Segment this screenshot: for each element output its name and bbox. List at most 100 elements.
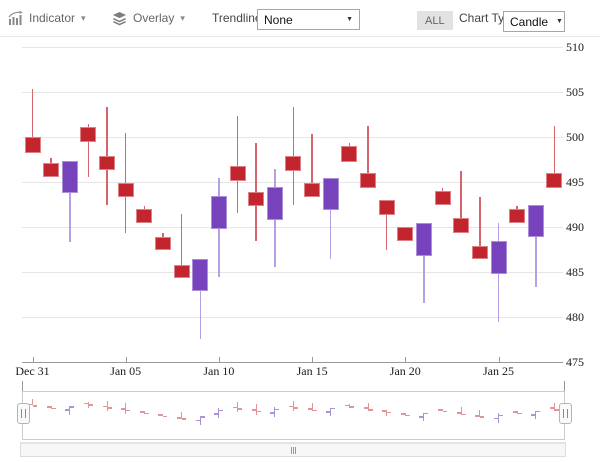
nav-close-tick	[238, 408, 243, 410]
scrollbar-grip-icon[interactable]	[293, 447, 294, 454]
candle-body-down	[80, 127, 96, 142]
navigator-right-edge-tick	[564, 381, 565, 391]
candle-body-down	[304, 183, 320, 197]
overlay-menu[interactable]: Overlay ▾	[112, 0, 185, 36]
candle-body-up	[491, 241, 507, 273]
gridline	[22, 47, 563, 48]
nav-close-tick	[126, 410, 131, 412]
bar-chart-trend-icon	[8, 11, 23, 26]
navigator-left-handle[interactable]	[17, 403, 30, 424]
gridline	[22, 92, 563, 93]
nav-close-tick	[107, 407, 112, 409]
candle-body-down	[435, 191, 451, 205]
candle-body-up	[211, 196, 227, 228]
nav-open-tick	[196, 420, 201, 422]
nav-close-tick	[443, 411, 448, 413]
gridline	[22, 227, 563, 228]
y-axis-label: 500	[566, 130, 584, 145]
nav-close-tick	[405, 415, 410, 417]
gridline	[22, 362, 563, 363]
all-range-button[interactable]: ALL	[417, 11, 453, 30]
candle-body-up	[323, 178, 339, 210]
trendline-selected-value: None	[264, 13, 293, 27]
x-axis-label: Jan 10	[193, 364, 245, 379]
select-arrow-icon: ▼	[346, 16, 353, 23]
nav-open-tick	[214, 413, 219, 415]
candle-body-down	[230, 166, 246, 181]
nav-close-tick	[256, 411, 261, 413]
navigator-right-handle[interactable]	[559, 403, 572, 424]
x-axis-label: Jan 05	[100, 364, 152, 379]
nav-open-tick	[494, 418, 499, 420]
x-axis-tick	[219, 357, 220, 362]
candle-body-down	[285, 156, 301, 171]
nav-close-tick	[144, 413, 149, 415]
candle-body-down	[99, 156, 115, 170]
nav-close-tick	[331, 408, 336, 410]
nav-open-tick	[326, 411, 331, 413]
nav-open-tick	[531, 414, 536, 416]
nav-close-tick	[387, 412, 392, 414]
candle-body-down	[360, 173, 376, 188]
nav-close-tick	[33, 405, 38, 407]
candle-body-down	[379, 200, 395, 215]
nav-close-tick	[219, 410, 224, 412]
nav-open-tick	[419, 416, 424, 418]
trendline-select[interactable]: None ▼	[257, 9, 360, 30]
nav-close-tick	[200, 416, 205, 418]
nav-close-tick	[480, 416, 485, 418]
candle-body-down	[472, 246, 488, 260]
nav-close-tick	[499, 415, 504, 417]
candle-body-up	[62, 161, 78, 193]
nav-close-tick	[517, 413, 522, 415]
gridline	[22, 272, 563, 273]
y-axis-label: 485	[566, 265, 584, 280]
nav-open-tick	[270, 412, 275, 414]
y-axis-label: 505	[566, 85, 584, 100]
nav-open-tick	[65, 409, 70, 411]
y-axis-label: 510	[566, 40, 584, 55]
x-axis-tick	[33, 357, 34, 362]
y-axis-label: 480	[566, 310, 584, 325]
nav-close-tick	[70, 406, 75, 408]
x-axis-tick	[312, 357, 313, 362]
chart-type-selected-value: Candle	[510, 15, 548, 29]
handle-grip-icon	[563, 409, 568, 418]
candle-body-down	[453, 218, 469, 233]
nav-close-tick	[163, 416, 168, 418]
candle-body-down	[136, 209, 152, 223]
candle-body-down	[25, 137, 41, 153]
nav-close-tick	[275, 409, 280, 411]
x-axis-label: Jan 15	[286, 364, 338, 379]
indicator-label: Indicator	[29, 11, 75, 25]
y-axis-label: 495	[566, 175, 584, 190]
chart-type-select[interactable]: Candle ▼	[503, 11, 565, 32]
handle-grip-icon	[21, 409, 26, 418]
nav-close-tick	[349, 406, 354, 408]
nav-close-tick	[536, 411, 541, 413]
candle-body-down	[248, 192, 264, 206]
layers-icon	[112, 11, 127, 26]
candle-body-down	[546, 173, 562, 188]
nav-close-tick	[312, 410, 317, 412]
y-axis-label: 475	[566, 355, 584, 370]
overlay-label: Overlay	[133, 11, 174, 25]
x-axis-label: Jan 25	[473, 364, 525, 379]
candle-wick-down	[237, 116, 239, 212]
horizontal-scrollbar[interactable]	[20, 442, 566, 457]
nav-close-tick	[424, 413, 429, 415]
candle-body-down	[509, 209, 525, 223]
y-axis-label: 490	[566, 220, 584, 235]
candle-body-down	[155, 237, 171, 251]
indicator-menu[interactable]: Indicator ▾	[8, 0, 86, 36]
x-axis-tick	[405, 357, 406, 362]
select-arrow-icon: ▼	[556, 18, 563, 25]
x-axis-label: Jan 20	[379, 364, 431, 379]
stock-chart-app: 510505500495490485480475Dec 31Jan 05Jan …	[0, 0, 600, 462]
trendline-label: Trendline	[212, 0, 262, 36]
candle-body-up	[416, 223, 432, 255]
chevron-down-icon: ▾	[81, 14, 86, 23]
candle-body-down	[341, 146, 357, 162]
nav-close-tick	[461, 414, 466, 416]
x-axis-tick	[499, 357, 500, 362]
